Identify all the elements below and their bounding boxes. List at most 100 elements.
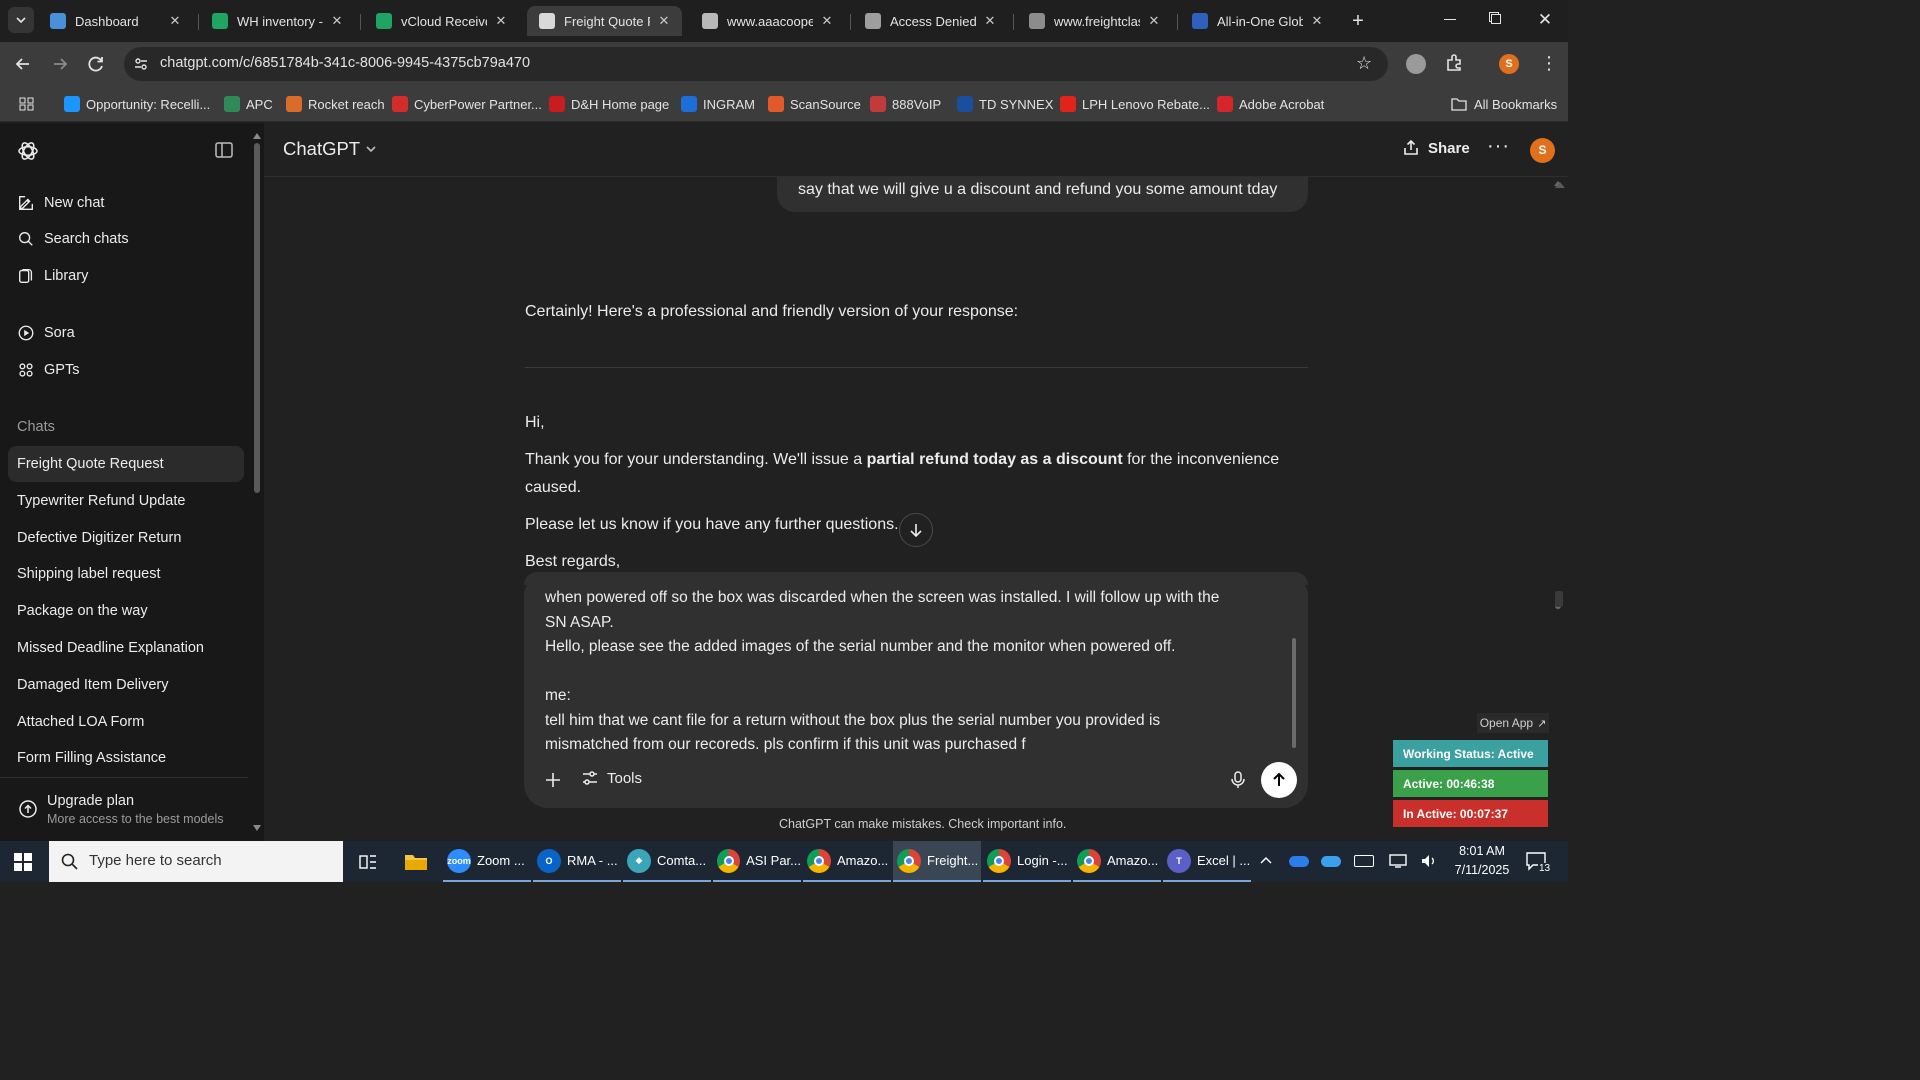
bookmark-item[interactable]: INGRAM [681,94,755,114]
browser-tab[interactable]: Access Denied ✕ [853,6,1008,36]
conversation-options-button[interactable]: ··· [1487,135,1510,158]
bookmark-item[interactable]: TD SYNNEX [957,94,1053,114]
browser-tab[interactable]: www.aaacooper.c ✕ [690,6,845,36]
taskbar-app[interactable]: Freight... [893,841,981,882]
attach-button[interactable] [542,769,564,791]
chat-history-item[interactable]: Defective Digitizer Return [8,520,244,556]
network-icon[interactable] [1389,853,1407,869]
browser-tab[interactable]: Dashboard ✕ [38,6,193,36]
open-app-button[interactable]: Open App ↗ [1477,713,1549,733]
file-explorer-button[interactable] [403,851,429,873]
taskbar-app[interactable]: Amazo... [1073,841,1161,882]
close-tab-icon[interactable]: ✕ [656,13,672,29]
clock-time[interactable]: 8:01 AM [1458,844,1506,858]
battery-icon[interactable] [1354,855,1374,867]
sidebar-nav-item[interactable]: New chat [8,185,244,221]
profile-avatar[interactable]: S [1499,54,1519,74]
bookmark-star-button[interactable]: ☆ [1356,53,1376,73]
taskbar-app[interactable]: Login -... [983,841,1071,882]
model-selector[interactable]: ChatGPT [283,138,378,160]
browser-tab[interactable]: vCloud Receive F ✕ [364,6,519,36]
close-tab-icon[interactable]: ✕ [493,13,509,29]
close-tab-icon[interactable]: ✕ [1146,13,1162,29]
site-info-icon[interactable] [132,55,150,73]
close-tab-icon[interactable]: ✕ [819,13,835,29]
chat-history-item[interactable]: Shipping label request [8,556,244,592]
show-hidden-icons-button[interactable] [1258,853,1274,869]
dictate-button[interactable] [1227,769,1249,791]
browser-menu-button[interactable]: ⋮ [1540,53,1558,75]
scroll-up-arrow[interactable] [253,133,261,139]
chat-history-item[interactable]: Typewriter Refund Update [8,483,244,519]
browser-tab[interactable]: All-in-One Globa ✕ [1180,6,1335,36]
chat-history-item[interactable]: Form Filling Assistance [8,740,244,776]
all-bookmarks-button[interactable]: All Bookmarks [1450,94,1557,114]
sidebar-nav-item[interactable]: Library [8,258,244,294]
chat-history-item[interactable]: Package on the way [8,593,244,629]
close-tab-icon[interactable]: ✕ [982,13,998,29]
reload-button[interactable] [85,53,107,75]
extensions-button[interactable] [1444,52,1466,74]
sidebar-nav-item[interactable]: GPTs [8,352,244,388]
bookmark-item[interactable]: LPH Lenovo Rebate... [1060,94,1210,114]
close-sidebar-button[interactable] [214,141,234,159]
notification-center-button[interactable]: 13 [1525,851,1553,875]
taskbar-app[interactable]: O RMA - ... [533,841,621,882]
account-avatar[interactable]: S [1530,138,1555,163]
scrollbar-thumb[interactable] [254,143,260,493]
taskbar-search-box[interactable]: Type here to search [49,841,343,882]
tab-search-button[interactable] [8,7,34,33]
bookmark-item[interactable]: D&H Home page [549,94,669,114]
browser-tab[interactable]: WH inventory - G ✕ [200,6,355,36]
close-tab-icon[interactable]: ✕ [1309,13,1325,29]
chat-history-item[interactable]: Missed Deadline Explanation [8,630,244,666]
bookmark-item[interactable]: Rocket reach [286,94,385,114]
composer-scrollbar-thumb[interactable] [1292,638,1296,748]
forward-button[interactable] [49,53,71,75]
clock-date[interactable]: 7/11/2025 [1450,863,1514,877]
chat-history-item[interactable]: Attached LOA Form [8,704,244,740]
bookmark-item[interactable]: Adobe Acrobat [1217,94,1324,114]
close-tab-icon[interactable]: ✕ [167,13,183,29]
apps-grid-button[interactable] [18,95,36,113]
scroll-to-bottom-button[interactable] [899,513,933,547]
taskbar-app[interactable]: ASI Par... [713,841,801,882]
tools-button[interactable]: Tools [581,769,642,787]
composer-textarea[interactable]: when powered off so the box was discarde… [524,572,1308,762]
back-button[interactable] [12,53,34,75]
extension-button[interactable] [1406,54,1426,74]
restore-button[interactable] [1489,12,1503,26]
new-tab-button[interactable]: + [1347,10,1369,32]
onedrive-business-icon[interactable] [1321,856,1341,867]
volume-icon[interactable] [1420,853,1438,869]
page-scroll-indicator[interactable] [1555,591,1563,607]
taskbar-app[interactable]: zoom Zoom ... [443,841,531,882]
bookmark-item[interactable]: Opportunity: Recelli... [64,94,210,114]
browser-tab[interactable]: Freight Quote Re ✕ [527,6,682,36]
upgrade-plan-button[interactable]: Upgrade plan More access to the best mod… [8,787,244,831]
sidebar-scrollbar[interactable] [253,133,261,841]
close-tab-icon[interactable]: ✕ [329,13,345,29]
scroll-down-arrow[interactable] [253,825,261,831]
taskbar-app[interactable]: T Excel | ... [1163,841,1251,882]
chat-history-item[interactable]: Damaged Item Delivery [8,667,244,703]
bookmark-item[interactable]: ScanSource [768,94,861,114]
start-button[interactable] [12,851,34,873]
page-scroll-up-arrow[interactable] [1555,182,1565,188]
chatgpt-logo-button[interactable] [16,139,40,163]
close-window-button[interactable]: ✕ [1536,10,1554,30]
bookmark-item[interactable]: CyberPower Partner... [392,94,542,114]
send-button[interactable] [1261,762,1297,798]
address-bar[interactable]: chatgpt.com/c/6851784b-341c-8006-9945-43… [124,47,1388,81]
share-button[interactable]: Share [1402,139,1470,157]
url-text[interactable]: chatgpt.com/c/6851784b-341c-8006-9945-43… [160,55,530,71]
taskbar-app[interactable]: Amazo... [803,841,891,882]
sidebar-nav-item[interactable]: Search chats [8,221,244,257]
sidebar-nav-item[interactable]: Sora [8,315,244,351]
chat-history-item[interactable]: Freight Quote Request [8,446,244,482]
bookmark-item[interactable]: 888VoIP [870,94,941,114]
browser-tab[interactable]: www.freightclass ✕ [1017,6,1172,36]
minimize-button[interactable] [1440,8,1460,32]
onedrive-icon[interactable] [1289,856,1309,867]
taskbar-app[interactable]: ◆ Comta... [623,841,711,882]
